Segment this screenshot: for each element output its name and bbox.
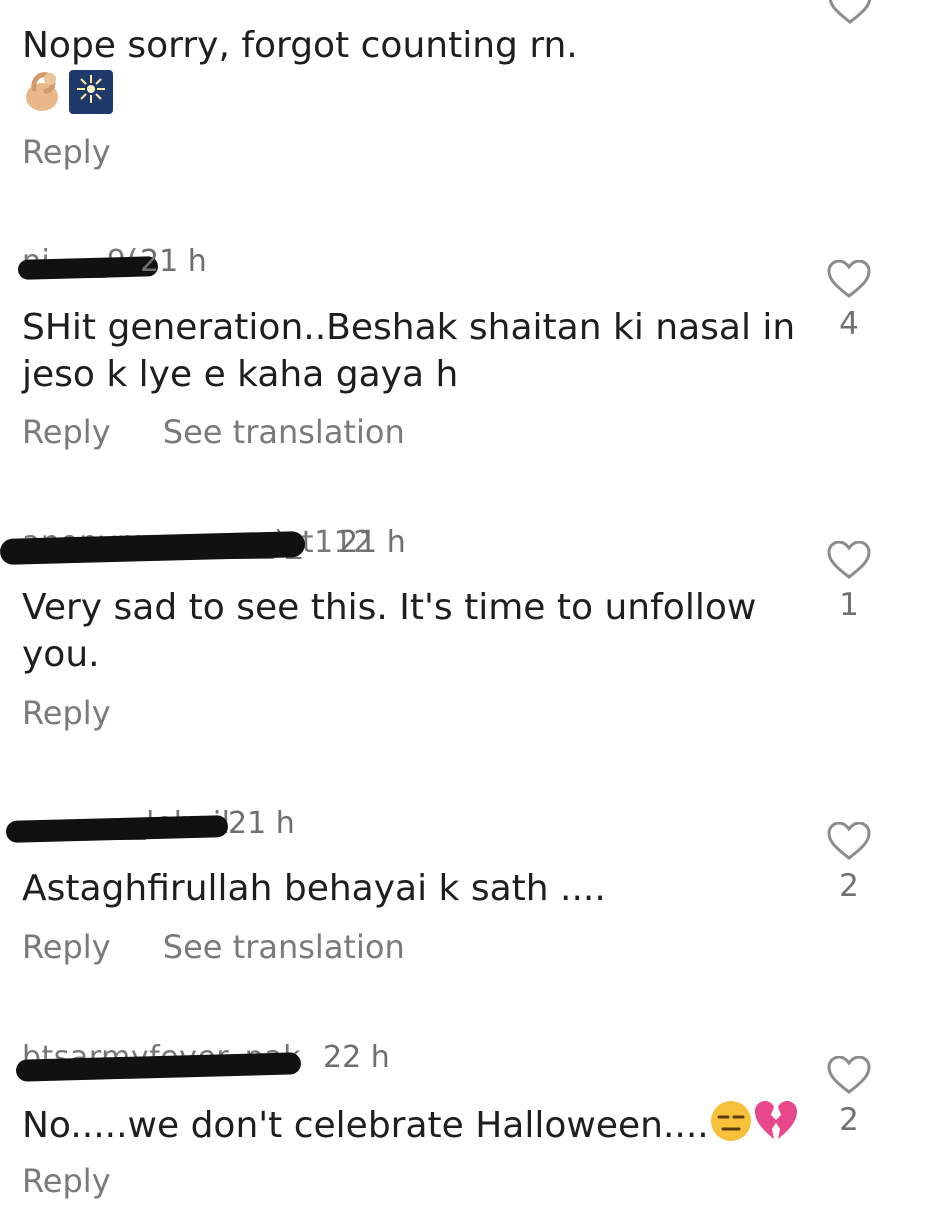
like-button[interactable]: 1 bbox=[826, 541, 872, 623]
comment-text: Astaghfirullah behayai k sath .... bbox=[22, 868, 606, 909]
like-button[interactable]: 2 bbox=[826, 822, 872, 904]
comment-text: No.....we don't celebrate Halloween.... bbox=[22, 1099, 802, 1155]
timestamp: 21 h bbox=[228, 806, 295, 841]
reply-button[interactable]: Reply bbox=[22, 694, 111, 732]
comment-text: Nope sorry, forgot counting rn. bbox=[22, 22, 802, 127]
like-count: 2 bbox=[839, 868, 859, 904]
reply-button[interactable]: Reply bbox=[22, 133, 111, 171]
comment-text: SHit generation..Beshak shaitan ki nasal… bbox=[22, 307, 796, 395]
see-translation-button[interactable]: See translation bbox=[163, 928, 405, 966]
heart-icon bbox=[828, 0, 872, 24]
heart-icon bbox=[827, 1056, 871, 1094]
like-count: 2 bbox=[839, 1102, 859, 1138]
reply-button[interactable]: Reply bbox=[22, 1162, 111, 1200]
username-redaction bbox=[17, 256, 159, 280]
fireworks-emoji bbox=[68, 69, 114, 127]
expressionless-face-emoji bbox=[709, 1099, 753, 1155]
like-count: 4 bbox=[839, 306, 859, 342]
pinched-fingers-emoji bbox=[22, 69, 68, 127]
like-icon-partial[interactable] bbox=[828, 0, 872, 30]
broken-heart-emoji bbox=[753, 1099, 799, 1155]
heart-icon bbox=[827, 541, 871, 579]
timestamp: 21 h bbox=[339, 525, 406, 560]
comment-meta: btsarmyfever_pak 22 h bbox=[0, 1040, 520, 1082]
comment-meta: ni__ _9( 21 h bbox=[0, 244, 520, 284]
like-count: 1 bbox=[839, 587, 859, 623]
heart-icon bbox=[827, 260, 871, 298]
timestamp: 21 h bbox=[140, 244, 207, 279]
timestamp: 22 h bbox=[323, 1040, 390, 1075]
see-translation-button[interactable]: See translation bbox=[163, 413, 405, 451]
comment-meta: ________lehuil 21 h bbox=[0, 806, 520, 846]
reply-button[interactable]: Reply bbox=[22, 928, 111, 966]
comment-text: Very sad to see this. It's time to unfol… bbox=[22, 587, 757, 675]
like-button[interactable]: 2 bbox=[826, 1056, 872, 1138]
heart-icon bbox=[827, 822, 871, 860]
comment-meta: anonymo_______)_t112 21 h bbox=[0, 525, 520, 565]
reply-button[interactable]: Reply bbox=[22, 413, 111, 451]
like-button[interactable]: 4 bbox=[826, 260, 872, 342]
